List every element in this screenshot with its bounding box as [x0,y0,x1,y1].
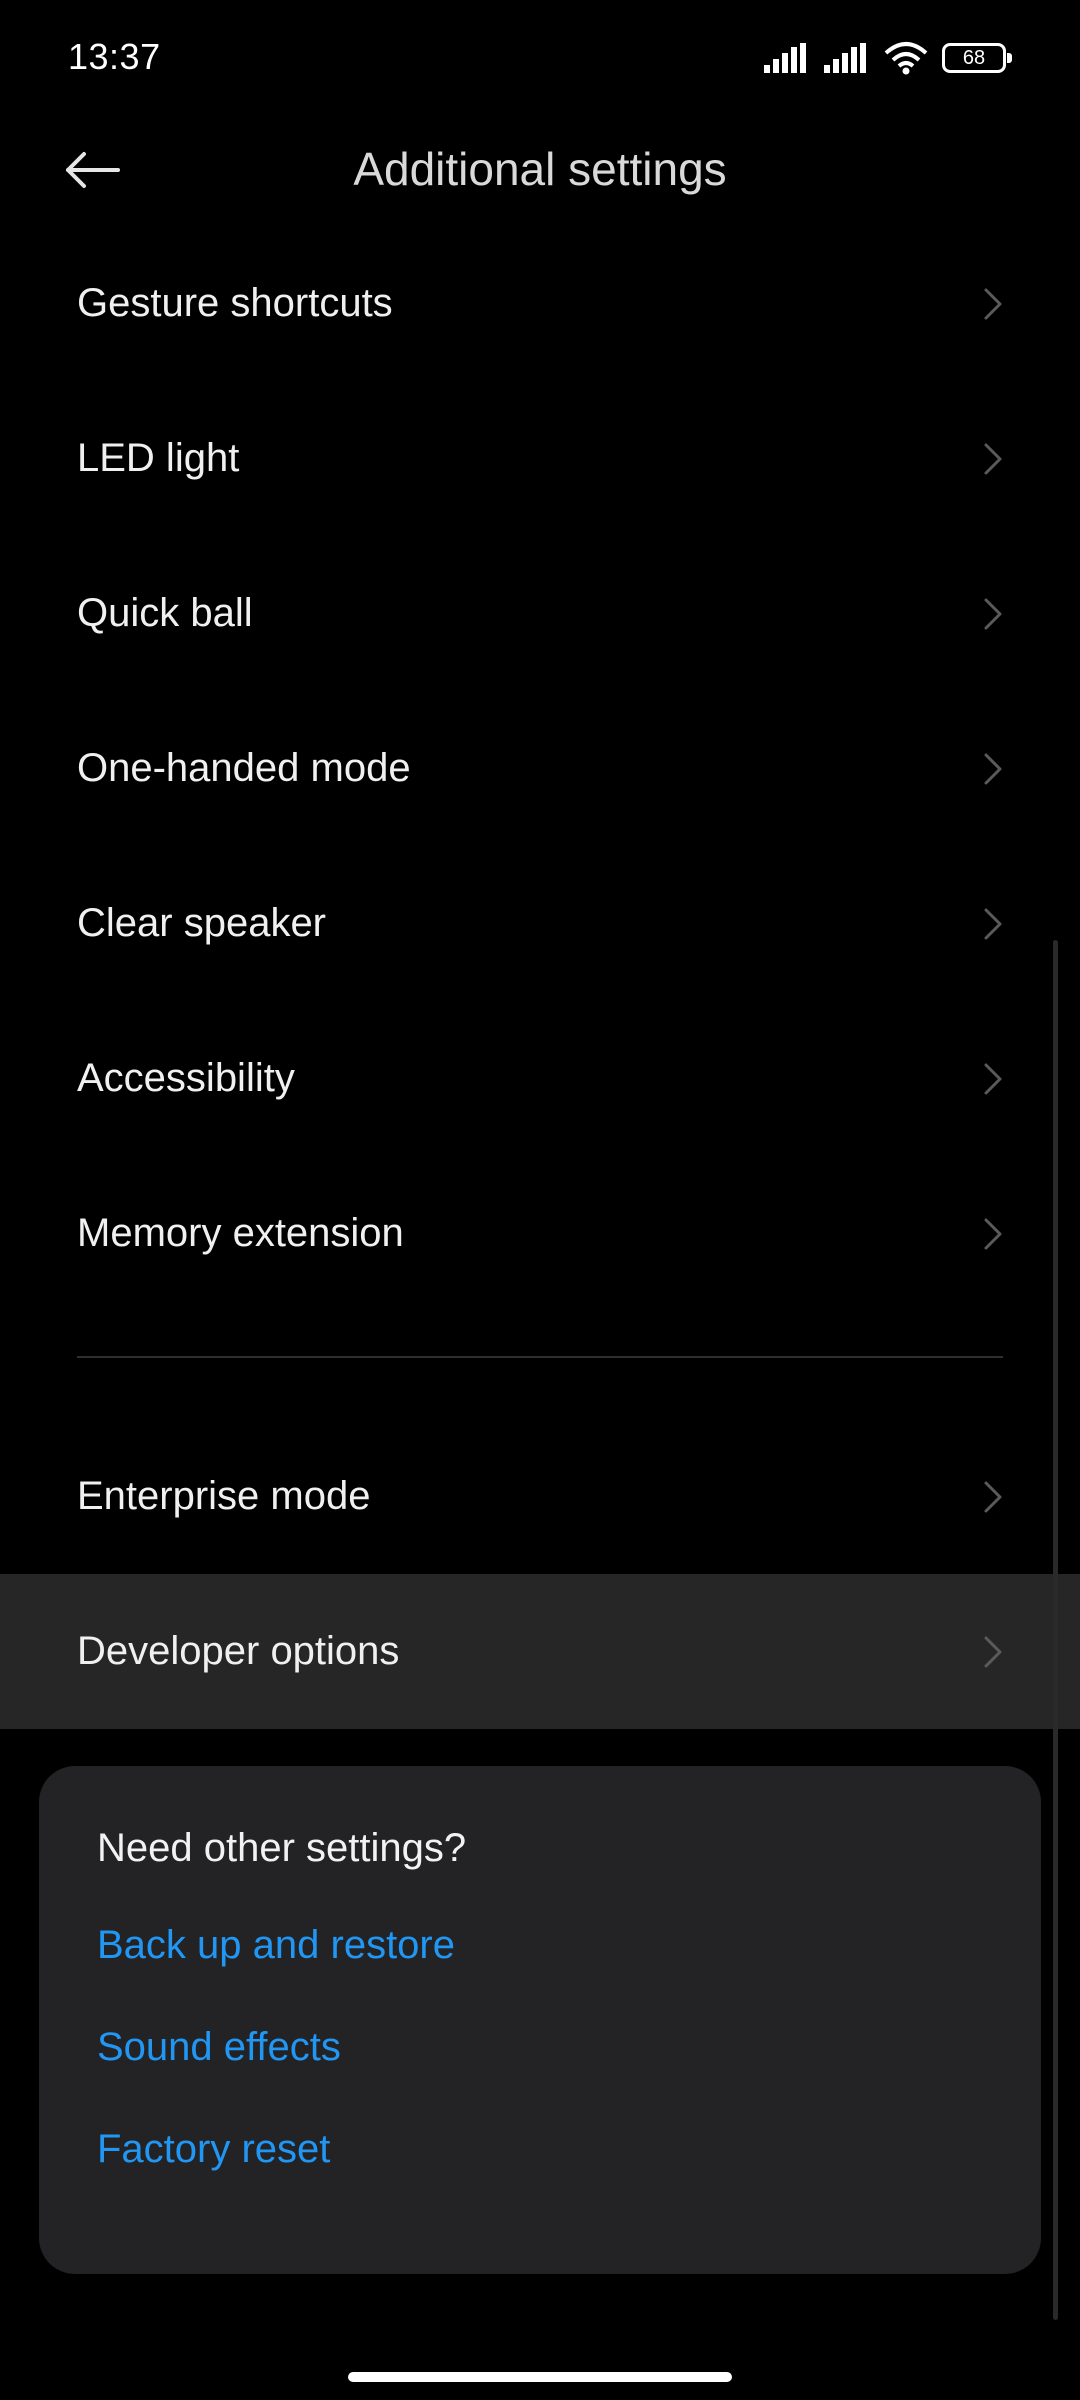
chevron-right-icon [984,1636,1002,1667]
card-title: Need other settings? [97,1826,467,1870]
settings-list-secondary: Enterprise mode Developer options [0,1419,1080,1729]
scrollbar[interactable] [1053,940,1058,2320]
chevron-right-icon [984,288,1002,319]
status-icons: 68 [764,36,1012,80]
factory-reset-link[interactable]: Factory reset [97,2127,983,2172]
other-settings-card: Need other settings? Back up and restore… [39,1766,1041,2274]
setting-developer-options[interactable]: Developer options [0,1574,1080,1729]
chevron-right-icon [984,598,1002,629]
setting-quick-ball[interactable]: Quick ball [0,536,1080,691]
chevron-right-icon [984,753,1002,784]
setting-led-light[interactable]: LED light [0,381,1080,536]
setting-label: Memory extension [77,1211,404,1255]
settings-list: Gesture shortcuts LED light Quick ball O… [0,226,1080,1311]
setting-memory-extension[interactable]: Memory extension [0,1156,1080,1311]
chevron-right-icon [984,1218,1002,1249]
setting-enterprise-mode[interactable]: Enterprise mode [0,1419,1080,1574]
setting-label: Accessibility [77,1056,295,1100]
app-header: Additional settings [0,116,1080,226]
chevron-right-icon [984,1481,1002,1512]
setting-label: One-handed mode [77,746,411,790]
sound-effects-link[interactable]: Sound effects [97,2025,983,2070]
section-divider [77,1356,1003,1358]
signal-icon [764,43,806,73]
setting-clear-speaker[interactable]: Clear speaker [0,846,1080,1001]
chevron-right-icon [984,443,1002,474]
setting-label: Gesture shortcuts [77,281,393,325]
setting-label: Developer options [77,1629,400,1673]
status-time: 13:37 [68,36,161,77]
chevron-right-icon [984,1063,1002,1094]
chevron-right-icon [984,908,1002,939]
backup-restore-link[interactable]: Back up and restore [97,1923,983,1968]
page-title: Additional settings [353,143,727,195]
wifi-icon [884,42,928,75]
signal-icon [824,43,866,73]
setting-label: Quick ball [77,591,253,635]
setting-one-handed-mode[interactable]: One-handed mode [0,691,1080,846]
setting-label: LED light [77,436,240,480]
status-bar: 13:37 68 [0,0,1080,116]
setting-label: Enterprise mode [77,1474,371,1518]
setting-accessibility[interactable]: Accessibility [0,1001,1080,1156]
battery-level: 68 [962,46,986,69]
setting-label: Clear speaker [77,901,327,945]
home-indicator[interactable] [348,2372,732,2382]
battery-icon: 68 [942,43,1012,73]
setting-gesture-shortcuts[interactable]: Gesture shortcuts [0,226,1080,381]
